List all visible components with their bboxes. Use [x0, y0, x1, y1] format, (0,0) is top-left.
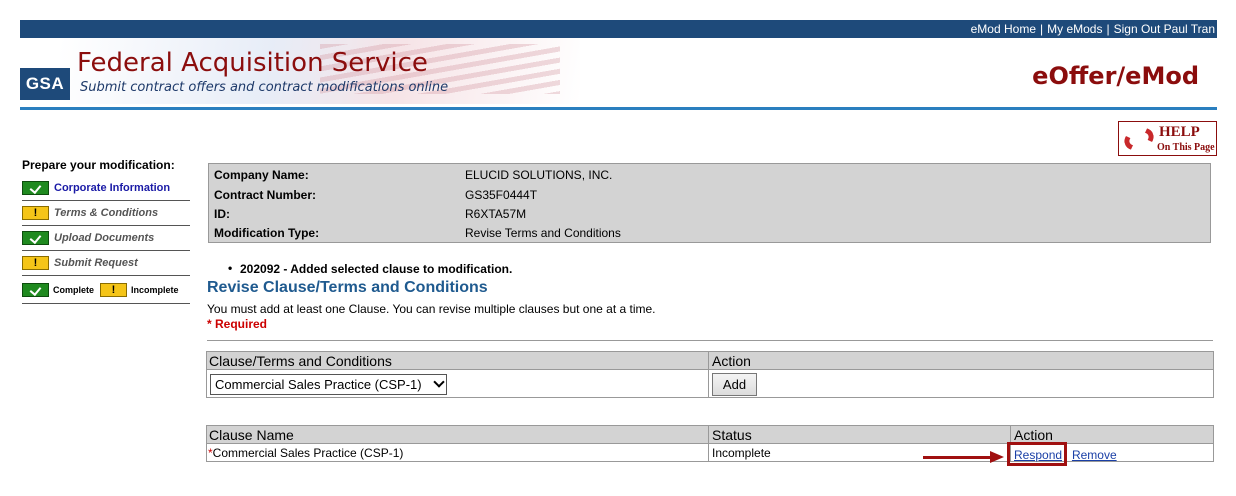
- sign-out-link[interactable]: Sign Out Paul Tran: [1114, 22, 1215, 36]
- required-note: * Required: [207, 317, 268, 331]
- exclamation-icon: !: [100, 282, 128, 297]
- annotation-arrow: [923, 456, 993, 459]
- sidebar-item-corporate-information[interactable]: Corporate Information: [22, 176, 190, 201]
- sidebar-item-label: Terms & Conditions: [54, 207, 159, 219]
- legend-incomplete-label: Incomplete: [131, 284, 179, 295]
- sidebar-title: Prepare your modification:: [22, 158, 175, 172]
- help-label: HELP: [1159, 124, 1200, 140]
- add-button[interactable]: Add: [712, 373, 757, 396]
- clause-status: Incomplete: [712, 446, 771, 460]
- nav-separator: |: [1040, 22, 1044, 36]
- id-value: R6XTA57M: [465, 207, 527, 221]
- respond-highlight-box: [1007, 442, 1067, 466]
- arrow-right-icon: [990, 451, 1004, 463]
- sidebar-item-terms-conditions[interactable]: ! Terms & Conditions: [22, 201, 190, 226]
- contract-info-box: Company Name: ELUCID SOLUTIONS, INC. Con…: [208, 163, 1211, 243]
- help-sublabel: On This Page: [1157, 142, 1215, 153]
- column-divider: [708, 352, 709, 397]
- clause-name: Commercial Sales Practice (CSP-1): [212, 446, 404, 460]
- company-value: ELUCID SOLUTIONS, INC.: [465, 168, 613, 182]
- status-message: 202092 - Added selected clause to modifi…: [228, 261, 512, 276]
- section-title: Revise Clause/Terms and Conditions: [207, 279, 488, 296]
- add-clause-table: Clause/Terms and Conditions Action Comme…: [206, 351, 1214, 398]
- status-legend: Complete ! Incomplete: [22, 276, 190, 304]
- chevron-down-icon: [433, 376, 445, 388]
- clause-select-value: Commercial Sales Practice (CSP-1): [215, 377, 422, 392]
- column-header-clause-name: Clause Name: [209, 427, 294, 443]
- legend-complete-label: Complete: [53, 284, 95, 295]
- my-emods-link[interactable]: My eMods: [1047, 22, 1102, 36]
- column-header-action: Action: [712, 353, 751, 369]
- modification-type-label: Modification Type:: [214, 226, 320, 240]
- nav-separator: |: [1106, 22, 1110, 36]
- site-subtitle: Submit contract offers and contract modi…: [80, 80, 449, 95]
- clause-select[interactable]: Commercial Sales Practice (CSP-1): [210, 374, 447, 395]
- sidebar: Prepare your modification: Corporate Inf…: [22, 158, 190, 304]
- company-label: Company Name:: [214, 168, 309, 182]
- exclamation-icon: !: [22, 206, 49, 220]
- instructions-text: You must add at least one Clause. You ca…: [207, 302, 656, 316]
- column-header-action: Action: [1014, 427, 1053, 443]
- checkmark-icon: [22, 231, 49, 245]
- section-divider: [207, 340, 1213, 341]
- sidebar-item-upload-documents[interactable]: Upload Documents: [22, 226, 190, 251]
- help-button[interactable]: HELP On This Page: [1118, 121, 1217, 156]
- contract-label: Contract Number:: [214, 188, 317, 202]
- table-row-clause-name: *Commercial Sales Practice (CSP-1): [208, 446, 403, 460]
- lifebuoy-icon: [1121, 123, 1157, 155]
- sidebar-item-label: Submit Request: [54, 257, 138, 269]
- contract-value: GS35F0444T: [465, 188, 538, 202]
- column-header-status: Status: [712, 427, 752, 443]
- id-label: ID:: [214, 207, 230, 221]
- site-banner: GSA Federal Acquisition Service Submit c…: [20, 38, 1217, 108]
- app-title: eOffer/eMod: [1032, 62, 1199, 90]
- top-nav-bar: eMod Home | My eMods | Sign Out Paul Tran: [20, 20, 1217, 38]
- checkmark-icon: [22, 282, 49, 297]
- checkmark-icon: [22, 181, 49, 195]
- banner-divider: [20, 107, 1217, 110]
- column-header-clause: Clause/Terms and Conditions: [209, 353, 392, 369]
- sidebar-item-label: Upload Documents: [54, 232, 155, 244]
- remove-link[interactable]: Remove: [1072, 448, 1117, 462]
- modification-type-value: Revise Terms and Conditions: [465, 226, 621, 240]
- sidebar-item-submit-request[interactable]: ! Submit Request: [22, 251, 190, 276]
- site-title: Federal Acquisition Service: [77, 48, 428, 78]
- column-divider: [708, 426, 709, 461]
- sidebar-item-label: Corporate Information: [54, 182, 171, 194]
- top-nav-links: eMod Home | My eMods | Sign Out Paul Tran: [971, 22, 1215, 36]
- exclamation-icon: !: [22, 256, 49, 270]
- emod-home-link[interactable]: eMod Home: [971, 22, 1036, 36]
- gsa-logo: GSA: [20, 68, 70, 100]
